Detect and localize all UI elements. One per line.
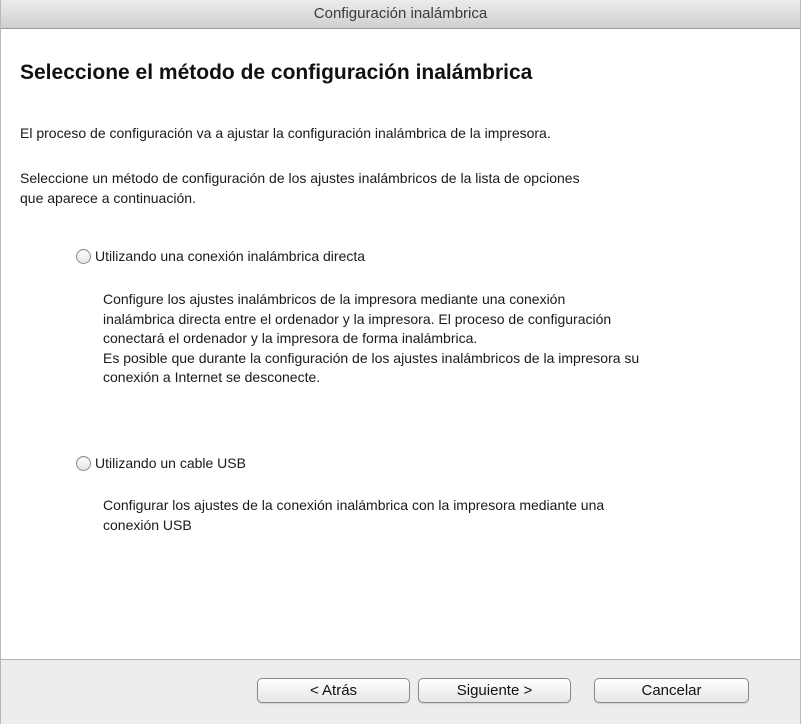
radio-button-direct-wireless[interactable]	[76, 248, 91, 264]
window-title: Configuración inalámbrica	[313, 5, 488, 22]
instruction-line: que aparece a continuación.	[20, 190, 196, 206]
description-line: Configure los ajustes inalámbricos de la…	[103, 291, 566, 307]
instruction-line: Seleccione un método de configuración de…	[20, 170, 580, 186]
radio-label-usb-cable[interactable]: Utilizando un cable USB	[95, 455, 246, 471]
page-heading: Seleccione el método de configuración in…	[20, 61, 533, 84]
option-description-direct-wireless: Configure los ajustes inalámbricos de la…	[103, 290, 793, 388]
description-line: conexión a Internet se desconecte.	[103, 369, 321, 385]
radio-option-direct-wireless[interactable]: Utilizando una conexión inalámbrica dire…	[76, 248, 365, 264]
radio-button-usb-cable[interactable]	[76, 455, 91, 471]
description-line: conexión USB	[103, 516, 192, 533]
radio-option-usb-cable[interactable]: Utilizando un cable USB	[76, 455, 246, 471]
back-button[interactable]: < Atrás	[257, 678, 410, 703]
next-button[interactable]: Siguiente >	[418, 678, 571, 703]
radio-label-direct-wireless[interactable]: Utilizando una conexión inalámbrica dire…	[95, 248, 365, 264]
wireless-setup-window: Configuración inalámbrica Seleccione el …	[0, 0, 801, 724]
cancel-button[interactable]: Cancelar	[594, 678, 749, 703]
description-line: inalámbrica directa entre el ordenador y…	[103, 310, 612, 327]
description-line: Configurar los ajustes de la conexión in…	[103, 497, 605, 513]
button-bar: < Atrás Siguiente > Cancelar	[1, 659, 800, 724]
intro-text: El proceso de configuración va a ajustar…	[20, 125, 551, 141]
instruction-text: Seleccione un método de configuración de…	[20, 168, 780, 208]
description-line: conectará el ordenador y la impresora de…	[103, 330, 478, 346]
option-description-usb-cable: Configurar los ajustes de la conexión in…	[103, 496, 793, 535]
description-line: Es posible que durante la configuración …	[103, 349, 640, 366]
title-bar[interactable]: Configuración inalámbrica	[1, 0, 800, 29]
